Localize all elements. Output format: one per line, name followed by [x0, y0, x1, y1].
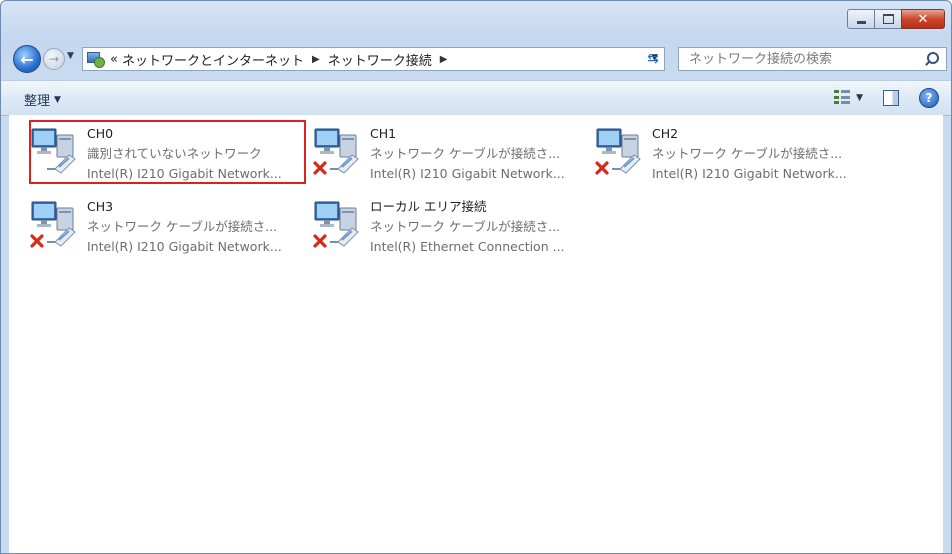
refresh-button[interactable]: ⇆ [643, 49, 663, 69]
back-arrow-icon: ← [20, 49, 34, 69]
connection-name: CH2 [652, 126, 679, 141]
organize-label: 整理 [24, 94, 51, 109]
breadcrumb-item-network-internet[interactable]: ネットワークとインターネット [122, 50, 304, 69]
connection-item[interactable]: ローカル エリア接続 ネットワーク ケーブルが接続さ... Intel(R) E… [304, 192, 579, 260]
breadcrumb-overflow-button[interactable]: « [110, 52, 118, 67]
disconnected-x-icon [595, 161, 609, 175]
connection-item[interactable]: CH3 ネットワーク ケーブルが接続さ... Intel(R) I210 Gig… [21, 192, 296, 260]
breadcrumb-arrow-icon[interactable]: ▶ [312, 54, 320, 65]
organize-menu-button[interactable]: 整理 ▼ [24, 90, 61, 109]
connection-device: Intel(R) I210 Gigabit Network... [87, 239, 282, 254]
connection-status: ネットワーク ケーブルが接続さ... [370, 146, 561, 161]
network-folder-icon [86, 51, 105, 68]
connection-name: CH1 [370, 126, 397, 141]
connection-name: CH3 [87, 199, 114, 214]
address-bar[interactable]: « ネットワークとインターネット ▶ ネットワーク接続 ▶ ▼ [82, 47, 665, 71]
maximize-button[interactable] [874, 9, 902, 29]
maximize-icon [882, 14, 894, 24]
explorer-window: ✕ ← → ▼ « ネットワークとインターネット ▶ ネットワーク接続 ▶ ▼ … [0, 0, 952, 554]
connection-item[interactable]: CH2 ネットワーク ケーブルが接続さ... Intel(R) I210 Gig… [586, 119, 861, 187]
minimize-icon [856, 20, 866, 24]
back-button[interactable]: ← [13, 45, 41, 73]
disconnected-x-icon [313, 161, 327, 175]
connections-list: CH0 識別されていないネットワーク Intel(R) I210 Gigabit… [9, 115, 943, 553]
network-adapter-icon [313, 201, 359, 248]
connection-device: Intel(R) Ethernet Connection ... [370, 239, 565, 254]
toolbar-right: ▼ ? [834, 88, 939, 108]
breadcrumb: « ネットワークとインターネット ▶ ネットワーク接続 ▶ [104, 50, 455, 69]
connection-status: ネットワーク ケーブルが接続さ... [87, 219, 278, 234]
forward-arrow-icon: → [48, 52, 60, 66]
recent-pages-dropdown[interactable]: ▼ [67, 51, 74, 61]
connection-name: ローカル エリア接続 [370, 199, 487, 214]
connection-status: ネットワーク ケーブルが接続さ... [370, 219, 561, 234]
search-icon[interactable] [924, 50, 942, 68]
preview-pane-icon[interactable] [883, 90, 899, 106]
refresh-icon: ⇆ [647, 51, 659, 67]
minimize-button[interactable] [847, 9, 875, 29]
command-bar: 整理 ▼ ▼ ? [1, 80, 951, 116]
disconnected-x-icon [30, 234, 44, 248]
connection-device: Intel(R) I210 Gigabit Network... [652, 166, 847, 181]
caption-buttons: ✕ [847, 9, 945, 29]
connection-device: Intel(R) I210 Gigabit Network... [370, 166, 565, 181]
help-icon[interactable]: ? [919, 88, 939, 108]
disconnected-x-icon [313, 234, 327, 248]
breadcrumb-item-network-connections[interactable]: ネットワーク接続 [328, 50, 432, 69]
breadcrumb-arrow-icon[interactable]: ▶ [440, 54, 448, 65]
address-row: ← → ▼ « ネットワークとインターネット ▶ ネットワーク接続 ▶ ▼ ⇆ [1, 41, 951, 73]
view-options-dropdown[interactable]: ▼ [856, 93, 863, 103]
network-adapter-icon [30, 201, 76, 248]
connection-item[interactable]: CH1 ネットワーク ケーブルが接続さ... Intel(R) I210 Gig… [304, 119, 579, 187]
search-box [678, 47, 947, 71]
change-view-icon[interactable] [834, 90, 851, 106]
connection-status: ネットワーク ケーブルが接続さ... [652, 146, 843, 161]
highlight-box [29, 120, 306, 184]
close-button[interactable]: ✕ [901, 9, 945, 29]
network-adapter-icon [313, 128, 359, 175]
forward-button[interactable]: → [43, 48, 65, 70]
search-input[interactable] [687, 50, 924, 68]
close-icon: ✕ [917, 11, 929, 27]
network-adapter-icon [595, 128, 641, 175]
chevron-down-icon: ▼ [54, 94, 61, 105]
